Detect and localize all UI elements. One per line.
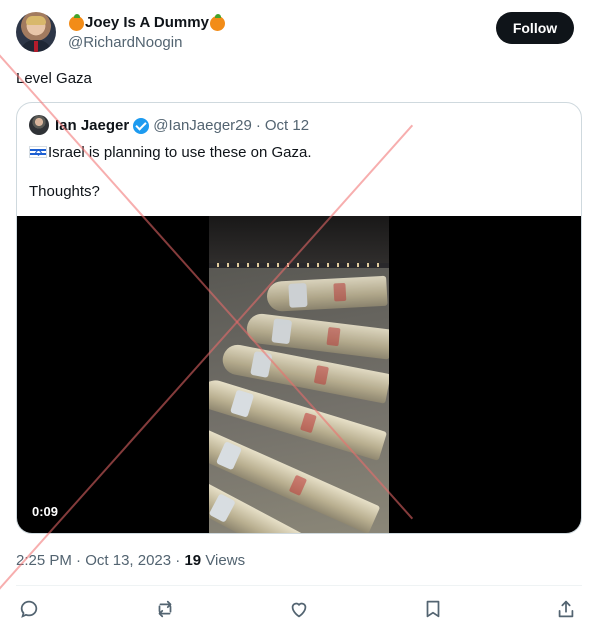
- bomb-image: [266, 275, 388, 312]
- verified-badge-icon: [133, 118, 150, 134]
- night-sky: [209, 216, 389, 263]
- bookmark-icon: [426, 600, 440, 618]
- follow-button[interactable]: Follow: [496, 12, 574, 44]
- orange-emoji-icon: [209, 13, 225, 31]
- israel-flag-icon: [29, 146, 47, 158]
- video-player[interactable]: 0:09: [17, 216, 581, 533]
- quoted-post-date[interactable]: Oct 12: [265, 116, 309, 136]
- repost-icon: [158, 600, 172, 618]
- views-count: 19: [184, 552, 202, 569]
- quoted-author-name[interactable]: Ian Jaeger: [55, 116, 129, 136]
- post-actions: [17, 597, 577, 621]
- flag-star-icon: [34, 148, 43, 157]
- post-meta: 2:25 PM · Oct 13, 2023 · 19 Views: [16, 552, 245, 569]
- author-handle[interactable]: @RichardNoogin: [68, 34, 182, 51]
- like-icon: [291, 602, 307, 618]
- like-button[interactable]: [287, 597, 311, 621]
- share-icon: [558, 600, 574, 618]
- quoted-author-handle[interactable]: @IanJaeger29: [153, 116, 252, 136]
- repost-button[interactable]: [153, 597, 177, 621]
- author-display-name[interactable]: Joey Is A Dummy: [85, 13, 209, 33]
- quoted-author-avatar[interactable]: [29, 115, 49, 135]
- video-frame[interactable]: [209, 216, 389, 533]
- meta-separator-2: ·: [175, 552, 181, 569]
- airfield-lights: [217, 263, 387, 267]
- reply-icon: [20, 600, 38, 618]
- bookmark-button[interactable]: [421, 597, 445, 621]
- meta-separator: ·: [76, 552, 82, 569]
- views-label: Views: [205, 552, 246, 569]
- orange-emoji-icon: [69, 13, 84, 31]
- video-duration: 0:09: [32, 504, 59, 519]
- author-name-row[interactable]: Joey Is A Dummy: [68, 12, 226, 34]
- post-date[interactable]: Oct 13, 2023: [85, 552, 171, 569]
- quoted-post-line-2: Thoughts?: [29, 183, 100, 200]
- share-button[interactable]: [554, 597, 578, 621]
- avatar-hair: [26, 16, 46, 25]
- quoted-post-header: Ian Jaeger @IanJaeger29 · Oct 12: [55, 116, 309, 136]
- avatar-tie: [34, 41, 38, 52]
- reply-button[interactable]: [17, 597, 41, 621]
- author-avatar[interactable]: [16, 12, 56, 52]
- header-separator: ·: [255, 117, 261, 134]
- action-divider: [16, 585, 582, 586]
